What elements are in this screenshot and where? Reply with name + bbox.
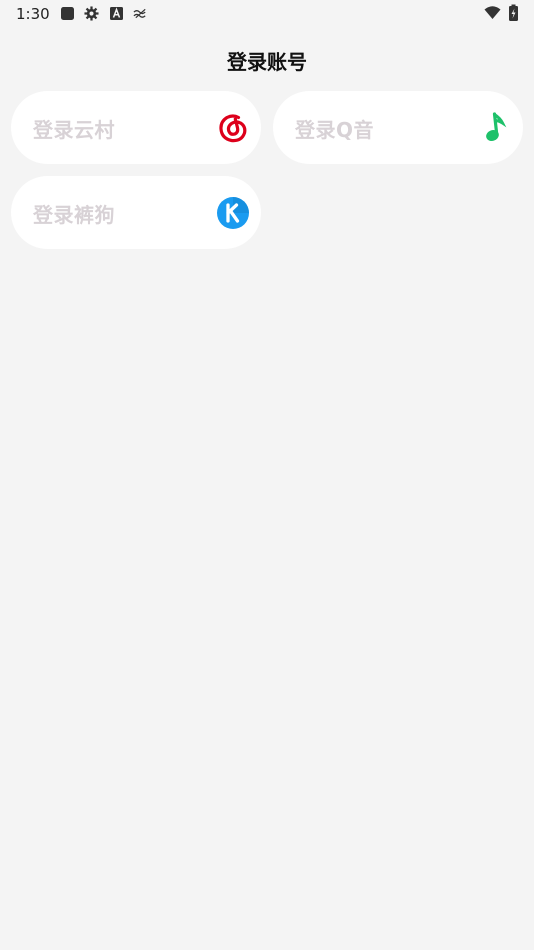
battery-charging-icon bbox=[509, 4, 518, 21]
kugou-icon bbox=[217, 197, 249, 229]
status-bar: 1:30 bbox=[0, 0, 534, 28]
wifi-icon bbox=[484, 6, 501, 19]
login-netease-label: 登录云村 bbox=[33, 118, 115, 142]
login-qqmusic-button[interactable]: 登录Q音 bbox=[273, 91, 523, 164]
login-kugou-label: 登录裤狗 bbox=[33, 203, 115, 227]
netease-cloud-music-icon bbox=[218, 113, 248, 143]
signal-wave-icon bbox=[133, 8, 146, 19]
gear-icon bbox=[84, 6, 99, 21]
login-netease-button[interactable]: 登录云村 bbox=[11, 91, 261, 164]
qq-music-icon bbox=[486, 112, 507, 141]
page-title: 登录账号 bbox=[227, 50, 307, 74]
app-square-icon bbox=[61, 7, 74, 20]
login-kugou-button[interactable]: 登录裤狗 bbox=[11, 176, 261, 249]
login-qqmusic-label: 登录Q音 bbox=[295, 118, 375, 142]
status-time: 1:30 bbox=[16, 5, 50, 23]
font-a-icon bbox=[110, 7, 123, 20]
